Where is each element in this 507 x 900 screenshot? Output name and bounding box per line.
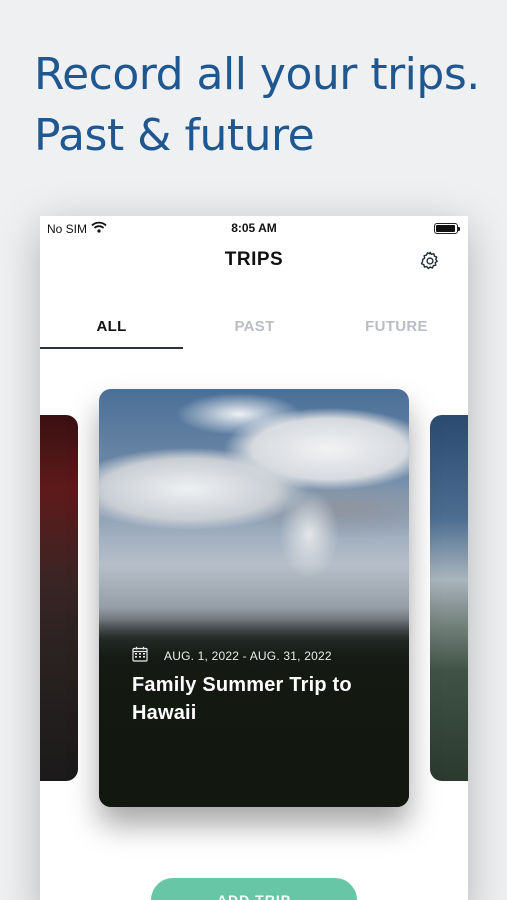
trip-title: Family Summer Trip to Hawaii [132,674,352,724]
calendar-icon [132,646,148,667]
tab-all[interactable]: ALL [40,318,183,335]
headline-line-2: Past & future [34,110,315,161]
trip-date-range: AUG. 1, 2022 - AUG. 31, 2022 [164,649,332,663]
page-title: TRIPS [224,249,284,270]
trip-card-previous[interactable] [40,415,78,781]
tab-past[interactable]: PAST [183,318,326,335]
trip-card-next[interactable] [430,415,468,781]
status-time: 8:05 AM [231,221,277,235]
trip-filter-tabs: ALL PAST FUTURE [40,306,468,349]
headline: Record all your trips. Past & future [34,44,494,166]
active-tab-indicator [40,347,183,349]
add-trip-button[interactable]: ADD TRIP [151,878,357,900]
battery-icon [434,223,460,234]
image-steam-detail [279,489,339,579]
gear-icon[interactable] [419,250,441,272]
tab-future[interactable]: FUTURE [325,318,468,335]
trip-date-row: AUG. 1, 2022 - AUG. 31, 2022 [132,646,402,667]
headline-line-1: Record all your trips. [34,49,480,100]
phone-screen: No SIM 8:05 AM TRIPS ALL PAST FUTURE AUG… [40,216,468,900]
trip-card[interactable]: AUG. 1, 2022 - AUG. 31, 2022 Family Summ… [99,389,409,807]
status-bar: No SIM 8:05 AM [40,216,468,240]
trip-card-info: AUG. 1, 2022 - AUG. 31, 2022 Family Summ… [132,646,402,727]
